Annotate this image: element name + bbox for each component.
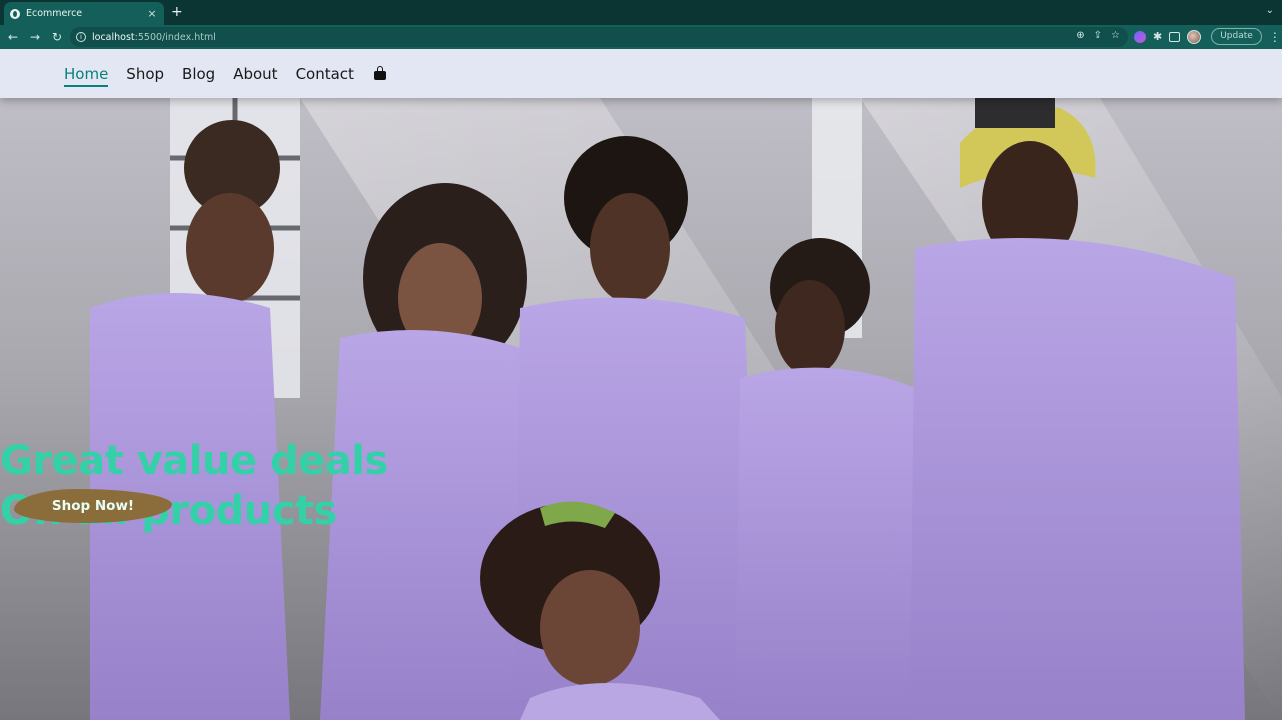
page-viewport: Home Shop Blog About Contact Great value… [0, 49, 1282, 720]
globe-icon [10, 8, 20, 19]
tab-title: Ecommerce [26, 8, 83, 19]
update-button[interactable]: Update [1211, 28, 1262, 45]
browser-toolbar: ← → ↻ i localhost:5500/index.html ⊕ ⇪ ☆ … [0, 25, 1282, 49]
nav-link-shop[interactable]: Shop [126, 65, 164, 83]
new-tab-button[interactable]: + [171, 4, 183, 20]
zoom-icon[interactable]: ⊕ [1076, 30, 1084, 41]
share-icon[interactable]: ⇪ [1094, 30, 1102, 41]
side-panel-icon[interactable] [1169, 31, 1181, 42]
star-icon[interactable]: ☆ [1111, 30, 1120, 41]
nav-link-contact[interactable]: Contact [296, 65, 354, 83]
hero-banner: Great value deals On all products [0, 98, 1282, 720]
more-menu-icon[interactable]: ⋮ [1269, 30, 1281, 44]
url-text: localhost:5500/index.html [92, 31, 216, 43]
puzzle-icon[interactable]: ✱ [1153, 30, 1162, 43]
shopping-bag-icon[interactable] [373, 65, 386, 80]
profile-avatar[interactable] [1187, 29, 1202, 44]
browser-tabstrip: Ecommerce × + ⌄ [0, 0, 1282, 25]
reload-icon[interactable]: ↻ [46, 30, 68, 44]
chevron-down-icon[interactable]: ⌄ [1266, 5, 1274, 16]
site-navbar: Home Shop Blog About Contact [0, 49, 1282, 98]
info-icon[interactable]: i [76, 32, 86, 42]
hero-image [90, 98, 1282, 720]
nav-link-blog[interactable]: Blog [182, 65, 215, 83]
extension-icon[interactable] [1134, 30, 1146, 43]
nav-link-home[interactable]: Home [64, 65, 109, 87]
hero-title-line-1: Great value deals [0, 438, 388, 484]
nav-link-about[interactable]: About [233, 65, 277, 83]
browser-tab[interactable]: Ecommerce × [4, 2, 164, 25]
back-arrow-icon[interactable]: ← [2, 30, 24, 44]
close-icon[interactable]: × [146, 7, 158, 20]
forward-arrow-icon[interactable]: → [24, 30, 46, 44]
address-bar[interactable]: i localhost:5500/index.html ⊕ ⇪ ☆ [70, 27, 1128, 47]
